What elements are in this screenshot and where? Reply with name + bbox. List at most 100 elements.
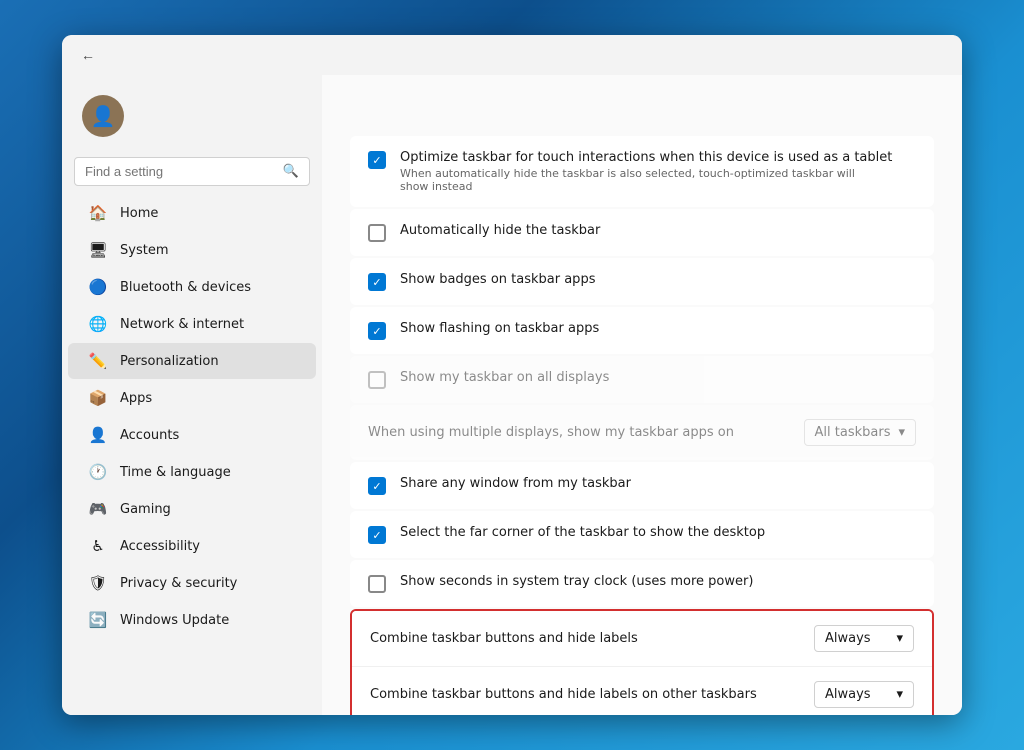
window-controls [812, 39, 950, 71]
setting-left-share-window: Share any window from my taskbar [368, 476, 916, 495]
sidebar-item-label-personalization: Personalization [120, 354, 219, 369]
sidebar-item-update[interactable]: 🔄 Windows Update [68, 602, 316, 638]
sidebar-item-home[interactable]: 🏠 Home [68, 195, 316, 231]
dropdown-value-combine-buttons: Always [825, 631, 871, 646]
setting-left-auto-hide: Automatically hide the taskbar [368, 223, 916, 242]
sidebar: 👤 🔍 🏠 Home 🖥 System 🔵 Bluetooth & device… [62, 75, 322, 715]
setting-left-combine-buttons: Combine taskbar buttons and hide labels [370, 631, 814, 646]
chevron-down-icon: ▾ [898, 425, 905, 440]
home-icon: 🏠 [88, 203, 108, 223]
setting-text-combine-buttons-other: Combine taskbar buttons and hide labels … [370, 687, 757, 702]
sidebar-item-accessibility[interactable]: ♿ Accessibility [68, 528, 316, 564]
setting-row-share-window[interactable]: Share any window from my taskbar [350, 462, 934, 509]
search-box[interactable]: 🔍 [74, 157, 310, 186]
sidebar-item-privacy[interactable]: 🛡 Privacy & security [68, 565, 316, 601]
setting-text-combine-buttons: Combine taskbar buttons and hide labels [370, 631, 638, 646]
setting-left-show-badges: Show badges on taskbar apps [368, 272, 916, 291]
personalization-icon: ✏️ [88, 351, 108, 371]
highlighted-section: Combine taskbar buttons and hide labels … [350, 609, 934, 715]
setting-row-far-corner[interactable]: Select the far corner of the taskbar to … [350, 511, 934, 558]
dropdown-combine-buttons[interactable]: Always ▾ [814, 625, 914, 652]
setting-label-show-seconds: Show seconds in system tray clock (uses … [400, 574, 753, 589]
time-icon: 🕐 [88, 462, 108, 482]
sidebar-item-label-gaming: Gaming [120, 502, 171, 517]
setting-text-share-window: Share any window from my taskbar [400, 476, 631, 491]
checkbox-show-all-displays[interactable] [368, 371, 386, 389]
checkbox-touch-optimize[interactable] [368, 151, 386, 169]
system-icon: 🖥 [88, 240, 108, 260]
setting-row-show-all-displays[interactable]: Show my taskbar on all displays [350, 356, 934, 403]
maximize-button[interactable] [858, 39, 904, 71]
setting-text-touch-optimize: Optimize taskbar for touch interactions … [400, 150, 892, 193]
checkbox-far-corner[interactable] [368, 526, 386, 544]
setting-left-show-seconds: Show seconds in system tray clock (uses … [368, 574, 916, 593]
checkbox-share-window[interactable] [368, 477, 386, 495]
accounts-icon: 👤 [88, 425, 108, 445]
checkbox-auto-hide[interactable] [368, 224, 386, 242]
avatar: 👤 [82, 95, 124, 137]
gaming-icon: 🎮 [88, 499, 108, 519]
sidebar-item-bluetooth[interactable]: 🔵 Bluetooth & devices [68, 269, 316, 305]
setting-label-show-badges: Show badges on taskbar apps [400, 272, 595, 287]
setting-label-show-flashing: Show flashing on taskbar apps [400, 321, 599, 336]
setting-row-auto-hide[interactable]: Automatically hide the taskbar [350, 209, 934, 256]
update-icon: 🔄 [88, 610, 108, 630]
main-content: Optimize taskbar for touch interactions … [322, 75, 962, 715]
close-button[interactable] [904, 39, 950, 71]
setting-text-far-corner: Select the far corner of the taskbar to … [400, 525, 765, 540]
network-icon: 🌐 [88, 314, 108, 334]
sidebar-item-personalization[interactable]: ✏️ Personalization [68, 343, 316, 379]
chevron-down-icon: ▾ [896, 687, 903, 702]
content-area: 👤 🔍 🏠 Home 🖥 System 🔵 Bluetooth & device… [62, 75, 962, 715]
setting-row-show-apps-on[interactable]: When using multiple displays, show my ta… [350, 405, 934, 460]
dropdown-show-apps-on[interactable]: All taskbars ▾ [804, 419, 916, 446]
setting-left-show-flashing: Show flashing on taskbar apps [368, 321, 916, 340]
settings-list: Optimize taskbar for touch interactions … [350, 136, 934, 607]
checkbox-show-badges[interactable] [368, 273, 386, 291]
setting-text-show-badges: Show badges on taskbar apps [400, 272, 595, 287]
checkbox-show-flashing[interactable] [368, 322, 386, 340]
sidebar-item-label-accounts: Accounts [120, 428, 179, 443]
minimize-button[interactable] [812, 39, 858, 71]
dropdown-value-show-apps-on: All taskbars [815, 425, 891, 440]
setting-row-show-badges[interactable]: Show badges on taskbar apps [350, 258, 934, 305]
setting-text-show-all-displays: Show my taskbar on all displays [400, 370, 609, 385]
user-profile: 👤 [62, 83, 322, 149]
setting-text-show-apps-on: When using multiple displays, show my ta… [368, 425, 734, 440]
setting-row-touch-optimize[interactable]: Optimize taskbar for touch interactions … [350, 136, 934, 207]
bluetooth-icon: 🔵 [88, 277, 108, 297]
search-icon: 🔍 [283, 164, 299, 179]
setting-label-share-window: Share any window from my taskbar [400, 476, 631, 491]
setting-row-combine-buttons-other[interactable]: Combine taskbar buttons and hide labels … [352, 667, 932, 715]
sidebar-item-label-home: Home [120, 206, 158, 221]
back-button[interactable]: ← [74, 41, 102, 69]
setting-left-show-apps-on: When using multiple displays, show my ta… [368, 425, 804, 440]
setting-label-touch-optimize: Optimize taskbar for touch interactions … [400, 150, 892, 165]
setting-row-show-flashing[interactable]: Show flashing on taskbar apps [350, 307, 934, 354]
search-input[interactable] [85, 164, 283, 179]
dropdown-value-combine-buttons-other: Always [825, 687, 871, 702]
setting-row-show-seconds[interactable]: Show seconds in system tray clock (uses … [350, 560, 934, 607]
setting-row-combine-buttons[interactable]: Combine taskbar buttons and hide labels … [352, 611, 932, 667]
apps-icon: 📦 [88, 388, 108, 408]
setting-left-combine-buttons-other: Combine taskbar buttons and hide labels … [370, 687, 814, 702]
dropdown-combine-buttons-other[interactable]: Always ▾ [814, 681, 914, 708]
sidebar-item-accounts[interactable]: 👤 Accounts [68, 417, 316, 453]
sidebar-item-label-accessibility: Accessibility [120, 539, 200, 554]
sidebar-item-time[interactable]: 🕐 Time & language [68, 454, 316, 490]
sidebar-item-network[interactable]: 🌐 Network & internet [68, 306, 316, 342]
setting-label-auto-hide: Automatically hide the taskbar [400, 223, 600, 238]
sidebar-item-gaming[interactable]: 🎮 Gaming [68, 491, 316, 527]
sidebar-item-apps[interactable]: 📦 Apps [68, 380, 316, 416]
privacy-icon: 🛡 [88, 573, 108, 593]
main-wrapper: Optimize taskbar for touch interactions … [322, 75, 962, 715]
sidebar-item-label-network: Network & internet [120, 317, 244, 332]
setting-text-auto-hide: Automatically hide the taskbar [400, 223, 600, 238]
setting-left-far-corner: Select the far corner of the taskbar to … [368, 525, 916, 544]
setting-label-combine-buttons: Combine taskbar buttons and hide labels [370, 631, 638, 646]
sidebar-item-label-privacy: Privacy & security [120, 576, 237, 591]
settings-window: ← 👤 🔍 🏠 Home 🖥 System 🔵 Bluetooth & devi… [62, 35, 962, 715]
checkbox-show-seconds[interactable] [368, 575, 386, 593]
accessibility-icon: ♿ [88, 536, 108, 556]
sidebar-item-system[interactable]: 🖥 System [68, 232, 316, 268]
